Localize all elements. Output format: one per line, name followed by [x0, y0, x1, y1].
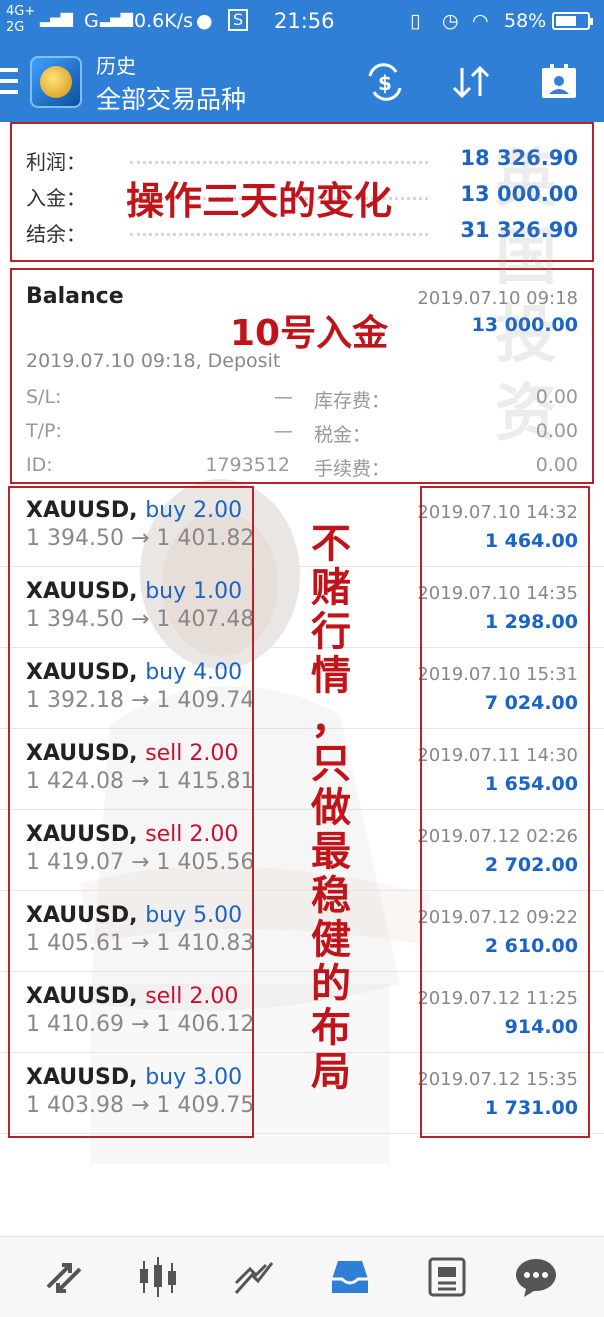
bottom-navigation: [0, 1236, 604, 1317]
dotted-leader: [130, 161, 428, 164]
id-value: 1793512: [205, 454, 290, 476]
battery-icon: [552, 12, 593, 30]
tp-value: —: [274, 420, 293, 442]
history-icon[interactable]: [326, 1253, 374, 1301]
balance-title: Balance: [26, 284, 124, 309]
trade-icon[interactable]: [230, 1253, 278, 1301]
network-type-2: 2G: [6, 20, 25, 35]
app-notification-icon: S: [228, 9, 249, 31]
wechat-icon: ●: [196, 10, 213, 32]
watermark: 英国投资: [494, 142, 557, 449]
page-subtitle: 历史: [96, 54, 136, 78]
messages-icon[interactable]: [512, 1253, 560, 1301]
battery-percent: 58%: [504, 10, 547, 32]
sort-icon[interactable]: [450, 62, 492, 102]
annotation-three-days: 操作三天的变化: [126, 179, 393, 223]
alarm-icon: ◷: [442, 10, 459, 32]
signal-icon: ▂▄▆: [40, 8, 73, 27]
network-speed: 0.6K/s: [134, 10, 193, 32]
fee-value: 0.00: [535, 454, 578, 476]
summary-label: 利润：: [26, 150, 86, 174]
signal-icon-2: ▂▄▆: [100, 8, 133, 27]
wifi-icon: ◠: [472, 10, 489, 32]
sl-value: —: [274, 386, 293, 408]
annotation-box-left: [8, 486, 254, 1138]
dotted-leader: [130, 233, 428, 236]
quotes-icon[interactable]: [40, 1253, 88, 1301]
news-icon[interactable]: [422, 1253, 470, 1301]
swap-label: 库存费：: [314, 390, 391, 412]
fee-label: 手续费：: [314, 458, 391, 480]
page-title[interactable]: 全部交易品种: [96, 80, 246, 116]
sl-label: S/L:: [26, 386, 62, 408]
annotation-strategy: 不赌行情，只做最稳健的布局: [311, 521, 351, 1095]
calendar-icon[interactable]: [538, 62, 580, 102]
balance-description: 2019.07.10 09:18, Deposit: [26, 350, 281, 372]
chart-icon[interactable]: [134, 1253, 182, 1301]
network-type-1: 4G+: [6, 4, 36, 19]
metatrader-logo: [30, 56, 82, 108]
id-label: ID:: [26, 454, 53, 476]
clock: 21:56: [274, 9, 335, 33]
annotation-box-right: [420, 486, 590, 1138]
network-indicator: 4G+ 2G: [6, 4, 35, 36]
tp-label: T/P:: [26, 420, 62, 442]
status-bar: 4G+ 2G ▂▄▆ G ▂▄▆ 0.6K/s ● S 21:56 ▯ ◷ ◠ …: [0, 0, 604, 44]
svg-text:$: $: [378, 71, 392, 95]
app-bar: 历史 全部交易品种 $: [0, 44, 604, 122]
summary-label: 入金：: [26, 186, 86, 210]
annotation-deposit: 10号入金: [230, 313, 389, 354]
tax-label: 税金：: [314, 424, 372, 446]
summary-label: 结余：: [26, 222, 86, 246]
currency-exchange-icon[interactable]: $: [364, 62, 406, 102]
carrier-label: G: [84, 10, 99, 32]
menu-icon[interactable]: [0, 66, 18, 96]
vibrate-icon: ▯: [410, 10, 421, 32]
